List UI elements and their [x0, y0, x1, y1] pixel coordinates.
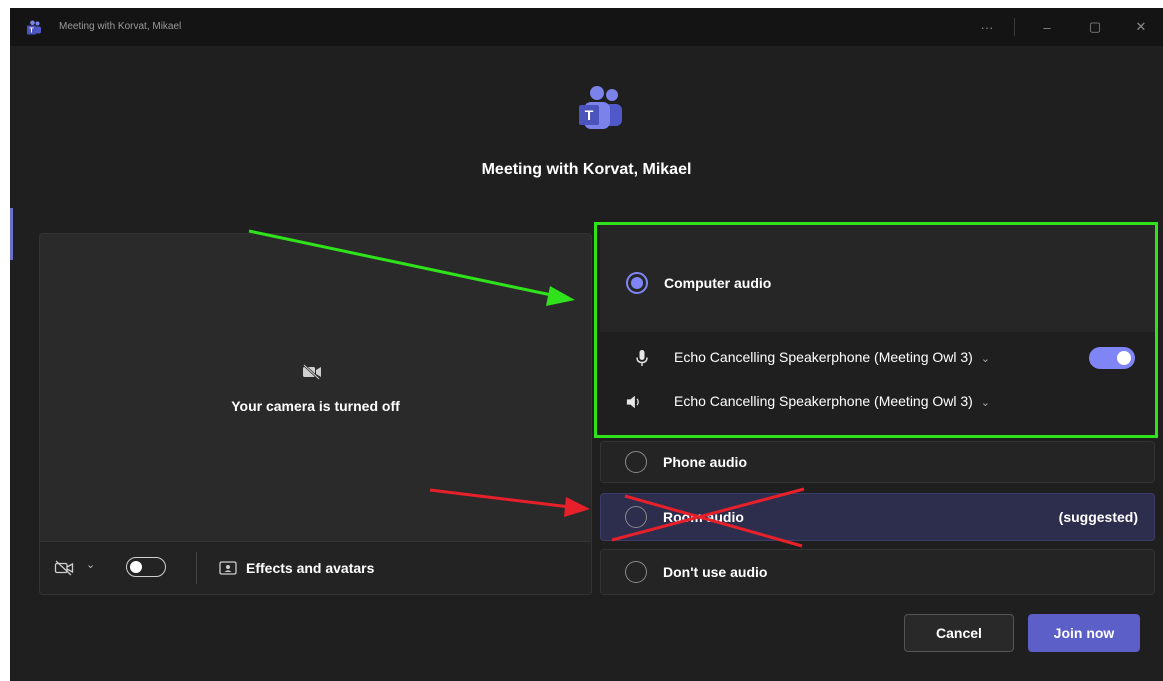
- svg-text:T: T: [585, 107, 594, 123]
- minimize-button[interactable]: –: [1032, 16, 1062, 38]
- chevron-down-icon: ⌄: [980, 397, 990, 409]
- camera-preview: Your camera is turned off ⌄ Effects and …: [39, 233, 592, 595]
- title-bar: T Meeting with Korvat, Mikael ··· – ▢ ✕: [10, 8, 1163, 46]
- computer-audio-section: Computer audio Echo Cancelling Speakerph…: [600, 224, 1155, 434]
- microphone-icon: [636, 350, 648, 366]
- chevron-down-icon: ⌄: [980, 353, 990, 365]
- svg-text:T: T: [29, 28, 34, 35]
- close-button[interactable]: ✕: [1126, 16, 1156, 38]
- toggle-knob: [130, 561, 142, 573]
- maximize-button[interactable]: ▢: [1080, 16, 1110, 38]
- phone-audio-label: Phone audio: [663, 454, 747, 470]
- preview-toolbar: ⌄ Effects and avatars: [40, 541, 591, 594]
- computer-audio-label: Computer audio: [664, 275, 772, 291]
- phone-audio-option[interactable]: Phone audio: [600, 441, 1155, 483]
- title-separator: [1014, 18, 1015, 36]
- microphone-row: Echo Cancelling Speakerphone (Meeting Ow…: [600, 340, 1155, 376]
- camera-off-message: Your camera is turned off: [231, 398, 400, 414]
- radio-dot: [631, 277, 643, 289]
- speaker-row: Echo Cancelling Speakerphone (Meeting Ow…: [600, 384, 1155, 420]
- join-now-button[interactable]: Join now: [1028, 614, 1140, 652]
- speaker-icon: [626, 395, 639, 409]
- teams-logo-icon: T: [27, 20, 41, 35]
- focus-accent-bar: [10, 208, 13, 260]
- speaker-device-dropdown[interactable]: Echo Cancelling Speakerphone (Meeting Ow…: [674, 393, 990, 409]
- suggested-badge: (suggested): [1058, 509, 1138, 525]
- camera-off-icon[interactable]: [54, 560, 74, 576]
- meeting-title: Meeting with Korvat, Mikael: [481, 161, 692, 178]
- microphone-device-name: Echo Cancelling Speakerphone (Meeting Ow…: [674, 349, 973, 365]
- teams-logo-icon: T: [579, 86, 622, 129]
- no-audio-option[interactable]: Don't use audio: [600, 549, 1155, 595]
- room-audio-option[interactable]: Room audio (suggested): [600, 493, 1155, 541]
- cancel-button[interactable]: Cancel: [904, 614, 1014, 652]
- camera-toggle[interactable]: [126, 557, 166, 577]
- no-audio-radio[interactable]: [625, 561, 647, 583]
- more-options-button[interactable]: ···: [972, 16, 1002, 38]
- toggle-knob: [1117, 351, 1131, 365]
- microphone-device-dropdown[interactable]: Echo Cancelling Speakerphone (Meeting Ow…: [674, 349, 990, 365]
- room-audio-radio[interactable]: [625, 506, 647, 528]
- phone-audio-radio[interactable]: [625, 451, 647, 473]
- computer-audio-option[interactable]: Computer audio: [600, 272, 1155, 294]
- no-audio-label: Don't use audio: [663, 564, 768, 580]
- window-title: Meeting with Korvat, Mikael: [59, 21, 182, 32]
- effects-icon[interactable]: [219, 561, 237, 575]
- effects-and-avatars-button[interactable]: Effects and avatars: [246, 560, 374, 576]
- room-audio-label: Room audio: [663, 509, 744, 525]
- camera-options-chevron-icon[interactable]: ⌄: [86, 558, 95, 571]
- microphone-toggle[interactable]: [1089, 347, 1135, 369]
- speaker-device-name: Echo Cancelling Speakerphone (Meeting Ow…: [674, 393, 973, 409]
- camera-off-icon: [303, 364, 321, 380]
- toolbar-divider: [196, 552, 197, 584]
- computer-audio-radio[interactable]: [626, 272, 648, 294]
